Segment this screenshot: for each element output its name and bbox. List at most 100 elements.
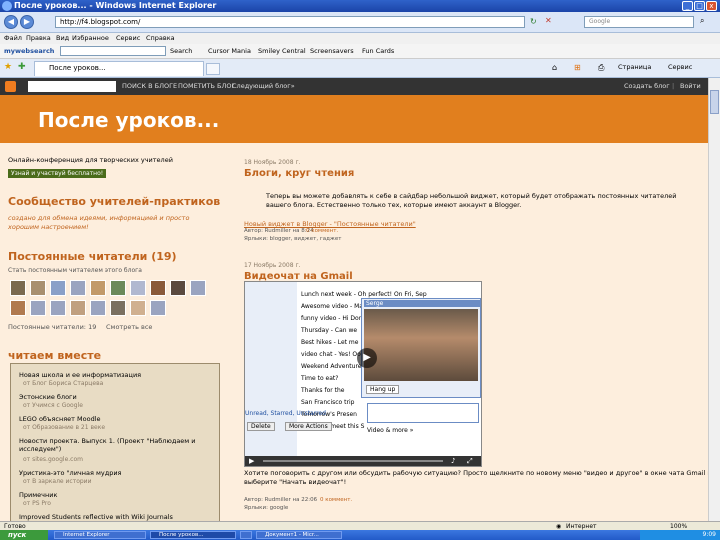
email-row[interactable]: Awesome video - Ma [301, 303, 363, 310]
email-row[interactable]: Thanks for the [301, 387, 344, 394]
follower-avatar[interactable] [130, 280, 146, 296]
email-row[interactable]: Time to eat? [301, 375, 338, 382]
link-cursor-mania[interactable]: Cursor Mania [208, 47, 251, 55]
video-player[interactable]: Lunch next week - Oh perfect! On Fri, Se… [244, 281, 482, 467]
next-blog-link[interactable]: Следующий блог» [232, 82, 295, 90]
blog-title[interactable]: После уроков... [38, 108, 219, 132]
follower-avatar[interactable] [10, 280, 26, 296]
follower-avatar[interactable] [90, 280, 106, 296]
chat-input[interactable] [367, 403, 479, 423]
search-input[interactable]: Google [584, 16, 694, 28]
delete-button[interactable]: Delete [247, 422, 275, 431]
post-comments[interactable]: 0 коммент. [320, 497, 352, 503]
post-labels[interactable]: Ярлыки: blogger, виджет, гаджет [244, 236, 341, 242]
follower-avatar[interactable] [150, 280, 166, 296]
more-actions-select[interactable]: More Actions [285, 422, 332, 431]
new-tab-button[interactable] [206, 63, 220, 75]
email-row[interactable]: Lunch next week - Oh perfect! On Fri, Se… [301, 291, 427, 298]
post-labels[interactable]: Ярлыки: google [244, 505, 288, 511]
blog-list-item[interactable]: Эстонские блоги [19, 393, 77, 401]
play-icon[interactable]: ▶ [357, 348, 377, 368]
follower-avatar[interactable] [130, 300, 146, 316]
menu-edit[interactable]: Правка [26, 34, 51, 42]
followers-subtitle[interactable]: Стать постоянным читателем этого блога [8, 267, 142, 274]
email-row[interactable]: San Francisco trip [301, 399, 354, 406]
follower-avatar[interactable] [110, 280, 126, 296]
refresh-icon[interactable]: ↻ [530, 17, 537, 26]
start-button[interactable]: пуск [0, 530, 48, 540]
create-blog-link[interactable]: Создать блог [624, 82, 670, 90]
post-title[interactable]: Блоги, круг чтения [244, 168, 354, 179]
email-row[interactable]: Weekend Adventure [301, 363, 361, 370]
blog-search-input[interactable] [28, 81, 116, 92]
link-screensavers[interactable]: Screensavers [310, 47, 354, 55]
rss-icon[interactable]: ⊞ [574, 63, 581, 72]
followers-see-all[interactable]: Смотреть все [106, 323, 152, 331]
tab-current[interactable]: После уроков... [34, 61, 204, 76]
tools-menu[interactable]: Сервис [668, 63, 692, 71]
hangup-button[interactable]: Hang up [366, 385, 400, 394]
video-more-link[interactable]: Video & more » [367, 427, 413, 434]
menu-view[interactable]: Вид [56, 34, 69, 42]
menu-favorites[interactable]: Избранное [72, 34, 109, 42]
blog-list-item[interactable]: Improved Students reflective with Wiki J… [19, 513, 209, 521]
fullscreen-icon[interactable]: ⤢ [467, 457, 473, 466]
sign-in-link[interactable]: Войти [680, 82, 701, 90]
blog-list-item[interactable]: Новая школа и ее информатизация [19, 371, 141, 379]
mywebsearch-search-button[interactable]: Search [170, 47, 192, 55]
blog-list-item[interactable]: Уристика-это "личная мудрия [19, 469, 121, 477]
email-row[interactable]: video chat - Yes! Oo [301, 351, 361, 358]
follower-avatar[interactable] [30, 280, 46, 296]
email-row[interactable]: funny video - Hi Dor [301, 315, 361, 322]
follower-avatar[interactable] [30, 300, 46, 316]
minimize-button[interactable]: _ [682, 1, 693, 11]
flag-blog-button[interactable]: ПОМЕТИТЬ БЛОГ [178, 82, 235, 90]
home-icon[interactable]: ⌂ [552, 63, 557, 72]
video-play-button[interactable]: ▶ [249, 457, 254, 465]
follower-avatar[interactable] [70, 280, 86, 296]
blog-list-item[interactable]: Примечник [19, 491, 57, 499]
page-scrollbar[interactable] [708, 78, 720, 521]
search-icon[interactable]: ⌕ [700, 16, 704, 26]
taskbar-item[interactable] [240, 531, 252, 539]
follower-avatar[interactable] [190, 280, 206, 296]
blogger-logo-icon[interactable] [5, 81, 16, 92]
follower-avatar[interactable] [50, 280, 66, 296]
gmail-footer-links[interactable]: Unread, Starred, Unstarred [245, 410, 326, 417]
volume-icon[interactable]: ♪ [451, 457, 455, 465]
add-favorite-icon[interactable]: ✚ [18, 62, 26, 72]
maximize-button[interactable]: □ [694, 1, 705, 11]
menu-file[interactable]: Файл [4, 34, 22, 42]
follower-avatar[interactable] [150, 300, 166, 316]
scrollbar-thumb[interactable] [710, 90, 719, 114]
join-button[interactable]: Узнай и участвуй бесплатно! [8, 169, 107, 178]
forward-button[interactable]: ▶ [20, 15, 34, 29]
address-input[interactable]: http://f4.blogspot.com/ [55, 16, 525, 28]
taskbar-item[interactable]: Internet Explorer [54, 531, 146, 539]
follower-avatar[interactable] [170, 280, 186, 296]
menu-tools[interactable]: Сервис [116, 34, 140, 42]
video-progress[interactable] [263, 460, 443, 462]
search-blog-button[interactable]: ПОИСК В БЛОГЕ [122, 82, 177, 90]
taskbar-item-active[interactable]: После уроков... [150, 531, 236, 539]
print-icon[interactable]: ⎙ [598, 63, 604, 73]
email-row[interactable]: Thursday - Can we [301, 327, 357, 334]
taskbar-item[interactable]: Документ1 - Micr... [256, 531, 342, 539]
follower-avatar[interactable] [50, 300, 66, 316]
post-link[interactable]: Новый виджет в Blogger - "Постоянные чит… [244, 220, 416, 228]
follower-avatar[interactable] [70, 300, 86, 316]
blog-list-item[interactable]: Новости проекта. Выпуск 1. (Проект "Набл… [19, 437, 209, 453]
stop-icon[interactable]: ✕ [545, 16, 552, 25]
page-menu[interactable]: Страница [618, 63, 651, 71]
follower-avatar[interactable] [90, 300, 106, 316]
blog-list-item[interactable]: LEGO объясняет Moodle [19, 415, 101, 423]
close-button[interactable]: x [706, 1, 717, 11]
link-smiley-central[interactable]: Smiley Central [258, 47, 306, 55]
link-fun-cards[interactable]: Fun Cards [362, 47, 394, 55]
post-comments[interactable]: 0 коммент. [306, 228, 338, 234]
mywebsearch-input[interactable] [60, 46, 166, 56]
back-button[interactable]: ◀ [4, 15, 18, 29]
follower-avatar[interactable] [110, 300, 126, 316]
menu-help[interactable]: Справка [146, 34, 175, 42]
zoom-level[interactable]: 100% [670, 523, 687, 530]
